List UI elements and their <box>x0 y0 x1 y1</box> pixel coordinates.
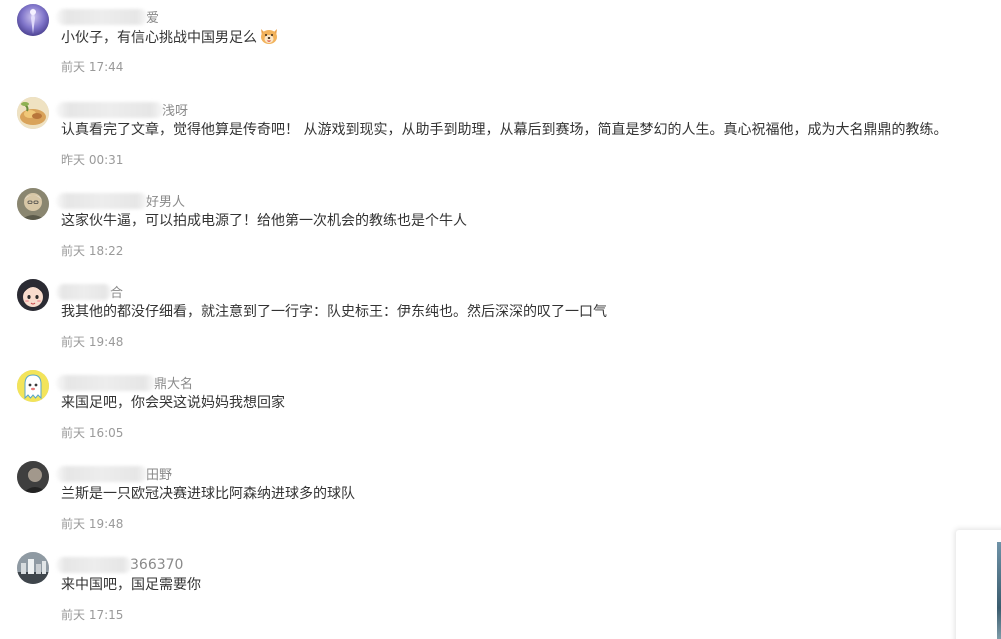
user-avatar[interactable] <box>17 188 49 220</box>
username[interactable]: 合 <box>56 281 123 301</box>
comment-text: 我其他的都没仔细看，就注意到了一行字：队史标王：伊东纯也。然后深深的叹了一口气 <box>61 304 607 320</box>
comment-time: 前天 17:44 <box>61 60 124 74</box>
comment-time: 昨天 00:31 <box>61 153 124 167</box>
dark-portrait-avatar-icon <box>17 461 49 493</box>
comment-item: 好男人 这家伙牛逼，可以拍成电源了！给他第一次机会的教练也是个牛人 前天 18:… <box>0 184 1001 275</box>
floating-side-widget[interactable] <box>956 530 1001 639</box>
food-bowl-avatar-icon <box>17 97 49 129</box>
user-avatar[interactable] <box>17 97 49 129</box>
username-redacted <box>56 465 148 482</box>
comment-text: 这家伙牛逼，可以拍成电源了！给他第一次机会的教练也是个牛人 <box>61 213 467 229</box>
comment-item: 浅呀 认真看完了文章，觉得他算是传奇吧！ 从游戏到现实，从助手到助理，从幕后到赛… <box>0 93 1001 184</box>
user-avatar[interactable] <box>17 4 49 36</box>
purple-figure-avatar-icon <box>17 4 49 36</box>
city-photo-avatar-icon <box>17 552 49 584</box>
username-redacted <box>56 101 164 118</box>
username[interactable]: 爱 <box>56 6 159 26</box>
comment-list: 爱 小伙子，有信心挑战中国男足么 前天 17:44 浅呀 认真看完了文章，觉得他… <box>0 0 1001 639</box>
username[interactable]: 浅呀 <box>56 99 188 119</box>
cartoon-girl-avatar-icon <box>17 279 49 311</box>
username[interactable]: 田野 <box>56 463 172 483</box>
floating-thumbnail-icon[interactable] <box>997 542 1001 639</box>
comment-item: 鼎大名 来国足吧，你会哭这说妈妈我想回家 前天 16:05 <box>0 366 1001 457</box>
username-redacted <box>56 556 132 573</box>
comment-time: 前天 19:48 <box>61 517 124 531</box>
ghost-avatar-icon <box>17 370 49 402</box>
comment-item: 田野 兰斯是一只欧冠决赛进球比阿森纳进球多的球队 前天 19:48 <box>0 457 1001 548</box>
comment-item: 爱 小伙子，有信心挑战中国男足么 前天 17:44 <box>0 0 1001 91</box>
username-redacted <box>56 192 148 209</box>
user-avatar[interactable] <box>17 370 49 402</box>
comment-time: 前天 19:48 <box>61 335 124 349</box>
comment-time: 前天 17:15 <box>61 608 124 622</box>
comment-time: 前天 18:22 <box>61 244 124 258</box>
user-avatar[interactable] <box>17 279 49 311</box>
username-redacted <box>56 374 156 391</box>
comment-text: 来国足吧，你会哭这说妈妈我想回家 <box>61 395 285 411</box>
comment-text: 兰斯是一只欧冠决赛进球比阿森纳进球多的球队 <box>61 486 355 502</box>
comment-item: 366370 来中国吧，国足需要你 前天 17:15 <box>0 548 1001 639</box>
username[interactable]: 366370 <box>56 554 183 574</box>
username[interactable]: 鼎大名 <box>56 372 193 392</box>
username-redacted <box>56 8 148 25</box>
user-avatar[interactable] <box>17 461 49 493</box>
comment-text: 小伙子，有信心挑战中国男足么 <box>61 27 279 51</box>
username[interactable]: 好男人 <box>56 190 185 210</box>
comment-text: 认真看完了文章，觉得他算是传奇吧！ 从游戏到现实，从助手到助理，从幕后到赛场，简… <box>61 122 948 138</box>
username-redacted <box>56 283 112 300</box>
old-man-avatar-icon <box>17 188 49 220</box>
dog-face-emoji-icon <box>259 27 279 51</box>
comment-text: 来中国吧，国足需要你 <box>61 577 201 593</box>
user-avatar[interactable] <box>17 552 49 584</box>
comment-item: 合 我其他的都没仔细看，就注意到了一行字：队史标王：伊东纯也。然后深深的叹了一口… <box>0 275 1001 366</box>
comment-time: 前天 16:05 <box>61 426 124 440</box>
